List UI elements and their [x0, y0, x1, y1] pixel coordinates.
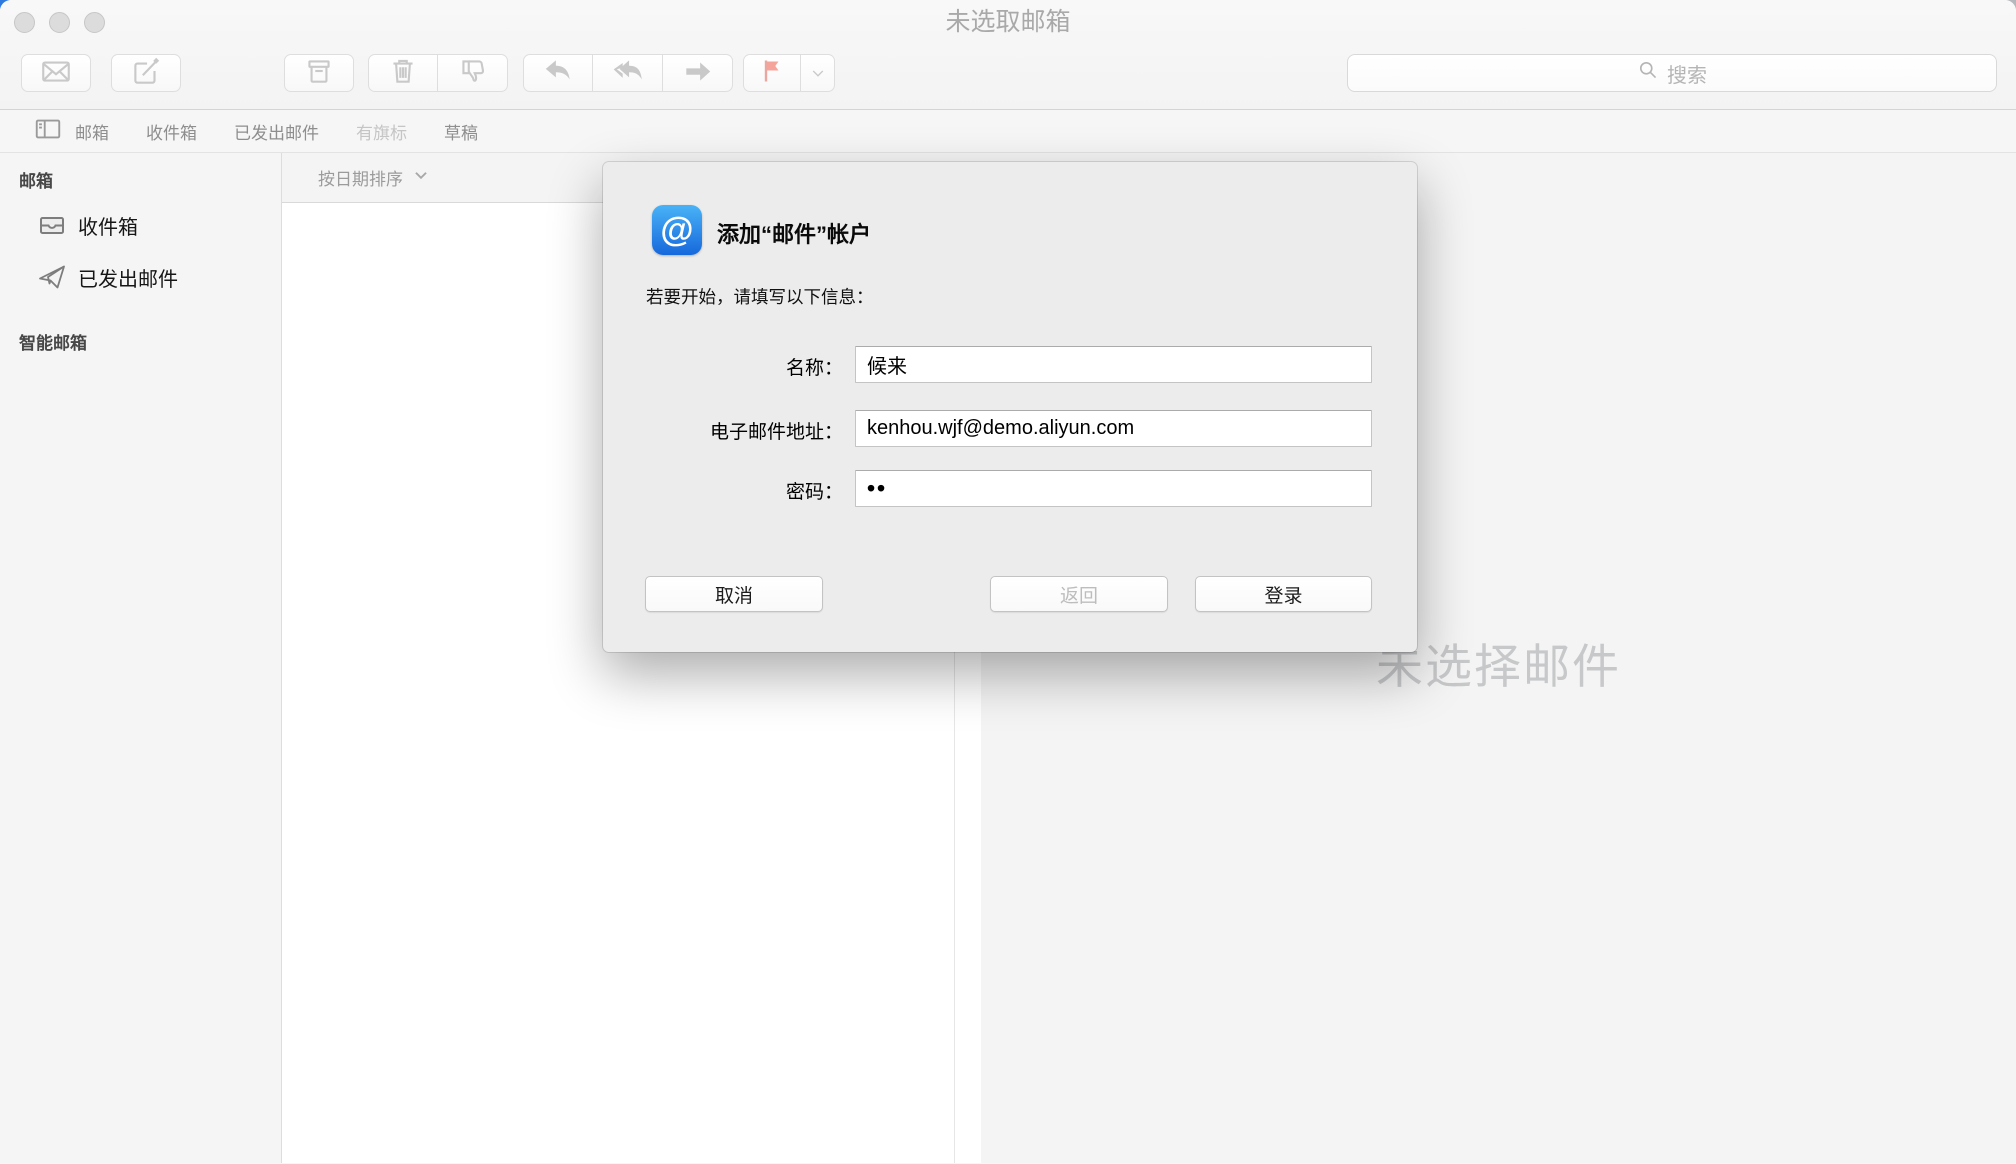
- compose-icon: [129, 54, 163, 93]
- toggle-sidebar-button[interactable]: [33, 114, 63, 149]
- favorites-item-drafts[interactable]: 草稿: [444, 119, 478, 144]
- sidebar-section-smart-mailboxes: 智能邮箱: [19, 334, 87, 353]
- trash-icon: [386, 54, 420, 93]
- name-field[interactable]: [855, 346, 1372, 383]
- sidebar-item-label: 已发出邮件: [78, 268, 178, 291]
- email-field[interactable]: [855, 410, 1372, 447]
- favorites-item-flagged[interactable]: 有旗标: [356, 119, 407, 144]
- trash-button[interactable]: [368, 54, 438, 92]
- search-placeholder: 搜索: [1667, 64, 1707, 87]
- window-chrome: 未选取邮箱 搜索: [0, 0, 2016, 110]
- toolbar: 搜索: [0, 40, 2016, 110]
- flag-icon: [756, 55, 788, 92]
- password-label: 密码：: [785, 482, 843, 503]
- add-mail-account-dialog: @ 添加“邮件”帐户 若要开始，请填写以下信息： 名称： 电子邮件地址： 密码：…: [603, 162, 1417, 652]
- email-label: 电子邮件地址：: [709, 422, 843, 443]
- sidebar-section-mailboxes: 邮箱: [19, 172, 53, 191]
- mailbox-sidebar: 邮箱 收件箱 已发出邮件 智能邮箱: [0, 153, 282, 1163]
- sort-label: 按日期排序: [318, 170, 403, 189]
- reply-group: [523, 54, 733, 92]
- paper-plane-icon: [36, 261, 78, 293]
- login-button[interactable]: 登录: [1195, 576, 1372, 612]
- inbox-tray-icon: [36, 209, 78, 241]
- mail-app-window: 未选取邮箱 搜索 邮箱 收件箱 已发出邮件 有旗标 草稿 邮箱 收件箱 已发出邮…: [0, 0, 2016, 1164]
- titlebar: 未选取邮箱: [0, 0, 2016, 40]
- sidebar-item-label: 收件箱: [78, 216, 138, 239]
- junk-thumbs-down-icon: [456, 54, 490, 93]
- favorites-item-mailboxes[interactable]: 邮箱: [75, 119, 109, 144]
- junk-button[interactable]: [438, 54, 508, 92]
- get-mail-envelope-icon: [39, 54, 73, 93]
- reply-icon: [541, 54, 575, 93]
- reply-all-icon: [611, 54, 645, 93]
- reply-all-button[interactable]: [593, 54, 663, 92]
- close-window-button[interactable]: [14, 12, 35, 33]
- favorites-bar: 邮箱 收件箱 已发出邮件 有旗标 草稿: [0, 110, 2016, 153]
- sidebar-item-sent[interactable]: 已发出邮件: [36, 259, 281, 295]
- at-sign-app-icon: @: [652, 205, 702, 255]
- trash-junk-group: [368, 54, 508, 92]
- search-icon: [1637, 59, 1659, 87]
- chevron-down-icon: [412, 166, 430, 189]
- window-title: 未选取邮箱: [945, 8, 1071, 36]
- search-input[interactable]: 搜索: [1347, 54, 1997, 92]
- cancel-button[interactable]: 取消: [645, 576, 823, 612]
- forward-button[interactable]: [663, 54, 733, 92]
- sidebar-toggle-icon: [33, 114, 63, 149]
- zoom-window-button[interactable]: [84, 12, 105, 33]
- archive-icon: [302, 54, 336, 93]
- sidebar-item-inbox[interactable]: 收件箱: [36, 207, 281, 243]
- flag-chevron-down-icon[interactable]: [801, 54, 835, 92]
- dialog-subtitle: 若要开始，请填写以下信息：: [646, 287, 874, 307]
- favorites-item-inbox[interactable]: 收件箱: [146, 119, 197, 144]
- compose-button[interactable]: [111, 54, 181, 92]
- archive-button[interactable]: [284, 54, 354, 92]
- password-field[interactable]: [855, 470, 1372, 507]
- name-label: 名称：: [785, 358, 843, 379]
- forward-icon: [681, 54, 715, 93]
- get-mail-button[interactable]: [21, 54, 91, 92]
- back-button[interactable]: 返回: [990, 576, 1168, 612]
- minimize-window-button[interactable]: [49, 12, 70, 33]
- reply-button[interactable]: [523, 54, 593, 92]
- dialog-title: 添加“邮件”帐户: [717, 222, 872, 247]
- favorites-item-sent[interactable]: 已发出邮件: [234, 119, 319, 144]
- flag-group: [743, 54, 835, 92]
- flag-button[interactable]: [743, 54, 801, 92]
